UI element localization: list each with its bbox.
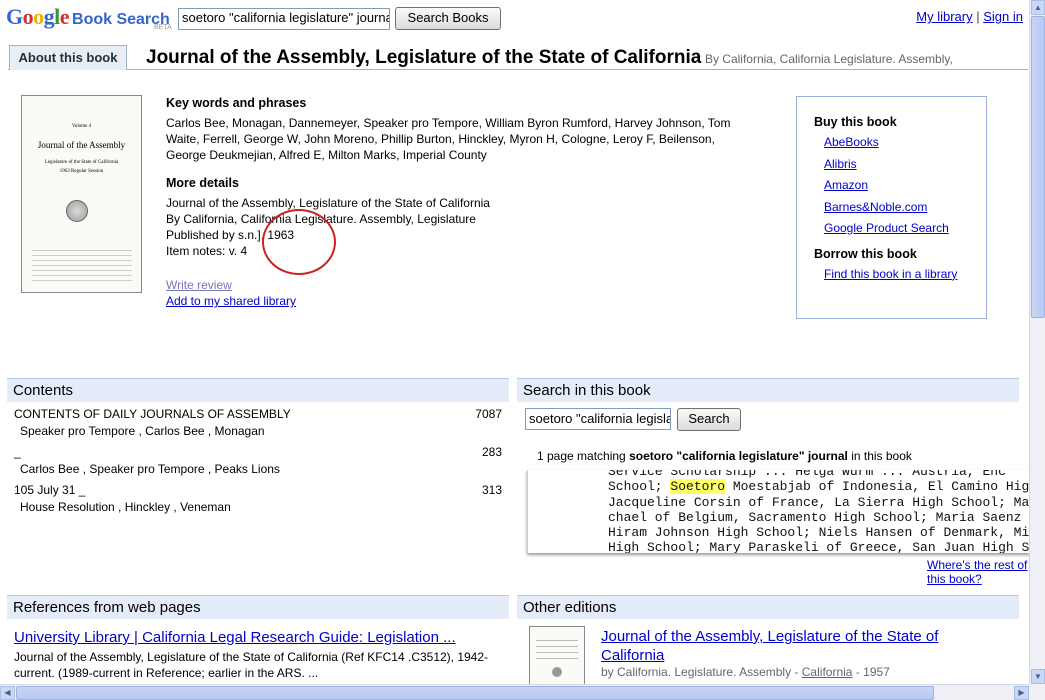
toc-page: 313: [481, 483, 502, 497]
store-link-google-product-search[interactable]: Google Product Search: [824, 221, 949, 235]
toc-row[interactable]: _ 283 Carlos Bee , Speaker pro Tempore ,…: [14, 444, 502, 477]
snippet-text: Service Scholarship ... Helga Wurm ... A…: [608, 470, 1030, 553]
google-book-search-logo[interactable]: Google Book Search BETA: [6, 4, 176, 32]
search-in-book-input[interactable]: soetoro "california legislature" journal: [525, 408, 671, 430]
book-byline: By California, California Legislature. A…: [704, 52, 953, 66]
thumb-lines: [536, 635, 578, 659]
find-in-library-link[interactable]: Find this book in a library: [824, 267, 957, 281]
wheres-the-rest-link[interactable]: Where's the rest of this book?: [927, 558, 1045, 586]
buy-heading: Buy this book: [814, 115, 897, 129]
contents-heading: Contents: [7, 378, 509, 402]
cover-session: 1963 Regular Session: [59, 169, 104, 174]
horizontal-scrollbar[interactable]: ◀ ▶: [0, 684, 1029, 700]
detail-title: Journal of the Assembly, Legislature of …: [166, 196, 490, 210]
thumb-seal-icon: [552, 667, 562, 677]
match-query: soetoro "california legislature" journal: [629, 449, 848, 463]
toc-title: 105 July 31 _: [14, 483, 86, 497]
toc-row[interactable]: 105 July 31 _ 313 House Resolution , Hin…: [14, 482, 502, 515]
vertical-scrollbar[interactable]: ▲ ▼: [1029, 0, 1045, 684]
detail-author: By California, California Legislature. A…: [166, 212, 476, 226]
store-link-alibris[interactable]: Alibris: [824, 157, 857, 171]
snippet-line: Hiram Johnson High School; Niels Hansen …: [608, 525, 1030, 541]
top-links: My library | Sign in: [916, 9, 1023, 24]
logo-beta: BETA: [154, 24, 172, 31]
toc-page: 7087: [475, 407, 502, 421]
my-library-link[interactable]: My library: [916, 9, 972, 24]
search-result-snippet[interactable]: Service Scholarship ... Helga Wurm ... A…: [527, 470, 1030, 553]
toc-page: 283: [481, 445, 502, 459]
other-edition-year: - 1957: [855, 665, 890, 679]
sign-in-link[interactable]: Sign in: [983, 9, 1023, 24]
snippet-highlight: Soetoro: [670, 479, 726, 495]
other-edition-byline: by California. Legislature. Assembly - C…: [601, 665, 890, 679]
snippet-post: Moestabjab of Indonesia, El Camino High …: [725, 479, 1030, 495]
book-title: Journal of the Assembly, Legislature of …: [146, 47, 702, 68]
red-circle-annotation: [262, 209, 336, 275]
buy-borrow-box: Buy this book AbeBooks Alibris Amazon Ba…: [796, 96, 987, 319]
write-review-link[interactable]: Write review: [166, 278, 232, 292]
cover-title: Journal of the Assembly: [37, 140, 126, 150]
toc-subjects: Speaker pro Tempore , Carlos Bee , Monag…: [20, 424, 265, 438]
toc-title: _: [14, 445, 21, 459]
book-details: Key words and phrases Carlos Bee, Monaga…: [166, 95, 766, 309]
other-edition-title-link[interactable]: Journal of the Assembly, Legislature of …: [601, 627, 981, 665]
snippet-pre: School;: [608, 479, 671, 495]
state-seal-icon: [66, 200, 88, 222]
search-books-button[interactable]: Search Books: [395, 7, 501, 30]
toc-subjects: Carlos Bee , Speaker pro Tempore , Peaks…: [20, 462, 280, 476]
snippet-line: chael of Belgium, Sacramento High School…: [608, 509, 1030, 525]
match-prefix: 1 page matching: [537, 449, 626, 463]
toc-subjects: House Resolution , Hinckley , Veneman: [20, 500, 231, 514]
more-details-heading: More details: [166, 176, 239, 190]
other-edition-cover-image[interactable]: [529, 626, 585, 686]
snippet-line: School; Soetoro Moestabjab of Indonesia,…: [608, 479, 1030, 495]
match-summary: 1 page matching soetoro "california legi…: [537, 449, 912, 463]
scrollbar-corner: [1029, 684, 1045, 700]
add-to-library-link[interactable]: Add to my shared library: [166, 294, 296, 308]
detail-item-notes: Item notes: v. 4: [166, 244, 248, 258]
snippet-line: Jacqueline Corsin of France, La Sierra H…: [608, 494, 1030, 510]
snippet-line: Service Scholarship ... Helga Wurm ... A…: [608, 470, 1006, 479]
other-editions-heading: Other editions: [517, 595, 1019, 619]
scroll-down-arrow-icon[interactable]: ▼: [1031, 669, 1045, 684]
search-in-book-button[interactable]: Search: [677, 408, 741, 431]
borrow-heading: Borrow this book: [814, 246, 917, 261]
book-cover-image[interactable]: Volume 4 Journal of the Assembly Legisla…: [21, 95, 142, 293]
match-suffix: in this book: [851, 449, 912, 463]
horizontal-scroll-thumb[interactable]: [16, 686, 934, 700]
top-links-separator: |: [976, 9, 980, 24]
other-edition-author-link[interactable]: California: [802, 665, 853, 679]
toc-title: CONTENTS OF DAILY JOURNALS OF ASSEMBLY: [14, 407, 291, 421]
vertical-scroll-thumb[interactable]: [1031, 16, 1045, 318]
cover-subtitle: Legislature of the State of California: [44, 160, 119, 165]
store-link-abebooks[interactable]: AbeBooks: [824, 135, 879, 149]
keywords-heading: Key words and phrases: [166, 96, 307, 110]
reference-link[interactable]: University Library | California Legal Re…: [14, 629, 456, 646]
other-edition-by-prefix: by California. Legislature. Assembly -: [601, 665, 799, 679]
cover-signature-lines: [32, 246, 132, 282]
scroll-right-arrow-icon[interactable]: ▶: [1014, 686, 1029, 700]
references-heading: References from web pages: [7, 595, 509, 619]
search-in-book-heading: Search in this book: [517, 378, 1019, 402]
scroll-left-arrow-icon[interactable]: ◀: [0, 686, 15, 700]
logo-google: Google: [6, 4, 70, 29]
toc-row[interactable]: CONTENTS OF DAILY JOURNALS OF ASSEMBLY 7…: [14, 406, 502, 439]
book-title-line: Journal of the Assembly, Legislature of …: [146, 47, 1026, 71]
cover-volume: Volume 4: [71, 124, 92, 129]
detail-published: Published by s.n.], 1963: [166, 228, 295, 242]
store-link-amazon[interactable]: Amazon: [824, 178, 868, 192]
reference-description: Journal of the Assembly, Legislature of …: [14, 650, 489, 680]
tab-about-this-book[interactable]: About this book: [9, 45, 127, 70]
scroll-up-arrow-icon[interactable]: ▲: [1031, 0, 1045, 15]
snippet-line: High School; Mary Paraskeli of Greece, S…: [608, 540, 1030, 553]
book-search-input[interactable]: soetoro "california legislature" journal: [178, 8, 390, 30]
store-link-barnes-noble[interactable]: Barnes&Noble.com: [824, 200, 927, 214]
keywords-text: Carlos Bee, Monagan, Dannemeyer, Speaker…: [166, 116, 731, 162]
